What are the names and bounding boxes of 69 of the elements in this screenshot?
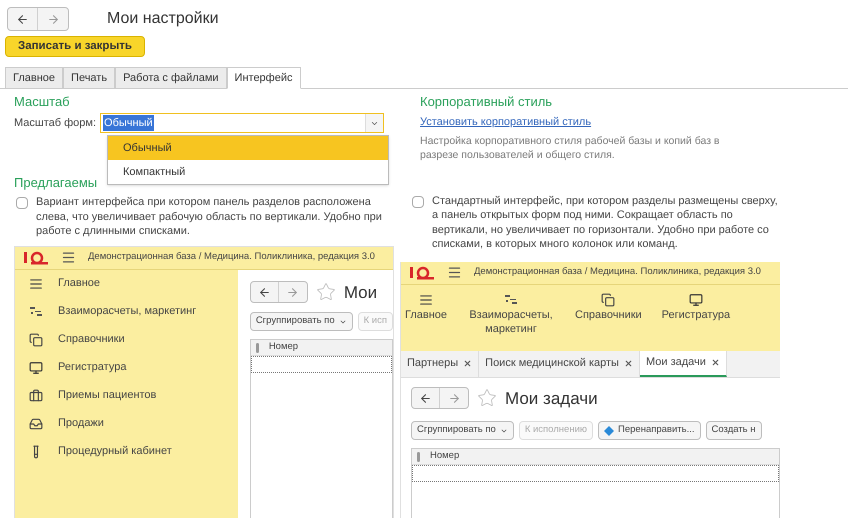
monitor-icon xyxy=(688,292,703,306)
app-title: Демонстрационная база / Медицина. Поликлиника, редакция 3.0 xyxy=(88,250,375,264)
monitor-icon xyxy=(29,360,43,374)
ledger-icon xyxy=(29,304,43,318)
star-icon[interactable] xyxy=(316,282,336,302)
importance-icon xyxy=(417,452,420,462)
back-arrow-icon xyxy=(419,392,432,405)
briefcase-icon xyxy=(29,388,43,402)
menu-icon[interactable] xyxy=(447,265,462,280)
section-heading: Масштаб xyxy=(14,94,71,110)
tab[interactable]: Работа с файлами xyxy=(115,67,227,89)
logo-icon xyxy=(23,250,49,264)
section-item[interactable]: Процедурный кабинет xyxy=(58,444,208,458)
section-heading: Предлагаемы xyxy=(14,175,98,191)
field-label: Масштаб форм: xyxy=(14,116,96,131)
tab[interactable]: Главное xyxy=(5,67,64,89)
open-tab[interactable]: Мои задачи xyxy=(640,350,727,376)
tab[interactable]: Интерфейс xyxy=(226,67,300,89)
books-icon xyxy=(29,332,43,346)
menu-icon[interactable] xyxy=(61,250,76,265)
menu-lines-icon xyxy=(29,276,43,290)
option-description: Вариант интерфейса при котором панель разделов расположена слева, что увеличивает рабочую область по вертикали. Удобно при работе с длинными списками. xyxy=(36,195,383,238)
dropdown-option[interactable]: Компактный xyxy=(108,160,388,184)
section-item[interactable]: Главное xyxy=(405,308,448,322)
star-icon[interactable] xyxy=(477,388,497,408)
ledger-icon xyxy=(504,292,518,306)
forward-arrow-icon xyxy=(448,392,460,405)
dropdown-option[interactable]: Обычный xyxy=(108,136,388,160)
app-title: Демонстрационная база / Медицина. Поликлиника, редакция 3.0 xyxy=(474,265,761,280)
corporate-style-description: Настройка корпоративного стиля рабочей базы и копий баз в разрезе пользователей и общего стиля. xyxy=(420,134,721,162)
section-item[interactable]: Главное xyxy=(58,276,208,290)
toolbar-button[interactable]: Сгруппировать по xyxy=(250,312,353,331)
scale-dropdown[interactable]: Обычный xyxy=(100,113,384,133)
menu-lines-icon xyxy=(419,292,434,306)
checkbox[interactable] xyxy=(412,196,424,208)
forward-arrow-icon xyxy=(46,12,60,26)
column-header: Номер xyxy=(430,449,460,464)
diamond-icon xyxy=(604,426,614,436)
section-heading: Корпоративный стиль xyxy=(420,94,554,110)
toolbar-button[interactable]: Сгруппировать по xyxy=(411,421,514,440)
save-and-close-button[interactable]: Записать и закрыть xyxy=(5,36,145,57)
toolbar-button[interactable]: Создать н xyxy=(706,421,762,440)
section-item[interactable]: Регистратура xyxy=(662,308,730,322)
books-icon xyxy=(601,292,616,306)
back-arrow-icon xyxy=(16,12,29,26)
open-tab[interactable]: Партнеры xyxy=(401,350,480,376)
section-item[interactable]: Продажи xyxy=(58,416,208,430)
forward-arrow-icon xyxy=(286,286,300,299)
importance-icon xyxy=(256,342,259,352)
close-icon[interactable] xyxy=(710,358,720,367)
logo-icon xyxy=(409,266,435,280)
page-title: Мои xyxy=(344,282,378,304)
column-header: Номер xyxy=(268,340,298,354)
checkbox[interactable] xyxy=(16,197,28,209)
window-title: Мои настройки xyxy=(107,9,219,29)
back-arrow-icon xyxy=(258,286,271,299)
section-item[interactable]: Справочники xyxy=(575,308,642,322)
section-item[interactable]: Приемы пациентов xyxy=(58,388,208,402)
section-item[interactable]: Взаиморасчеты, маркетинг xyxy=(58,304,208,318)
tab[interactable]: Печать xyxy=(63,67,116,89)
option-description: Стандартный интерфейс, при котором разделы размещены сверху, а панель открытых форм под ними. Сокращает область по вертикали, но увеличивает по горизонтали. Удобно при работе со списками, в которых много колонок или команд. xyxy=(432,194,779,252)
page-title: Мои задачи xyxy=(505,388,598,410)
corporate-style-link[interactable]: Установить корпоративный стиль xyxy=(420,114,784,130)
section-item[interactable]: Регистратура xyxy=(58,360,208,374)
section-item[interactable]: Справочники xyxy=(58,332,208,346)
toolbar-button[interactable]: Перенаправить... xyxy=(598,421,701,440)
close-icon[interactable] xyxy=(624,359,633,368)
close-icon[interactable] xyxy=(463,359,472,368)
section-item[interactable]: Взаиморасчеты, маркетинг xyxy=(467,308,556,336)
